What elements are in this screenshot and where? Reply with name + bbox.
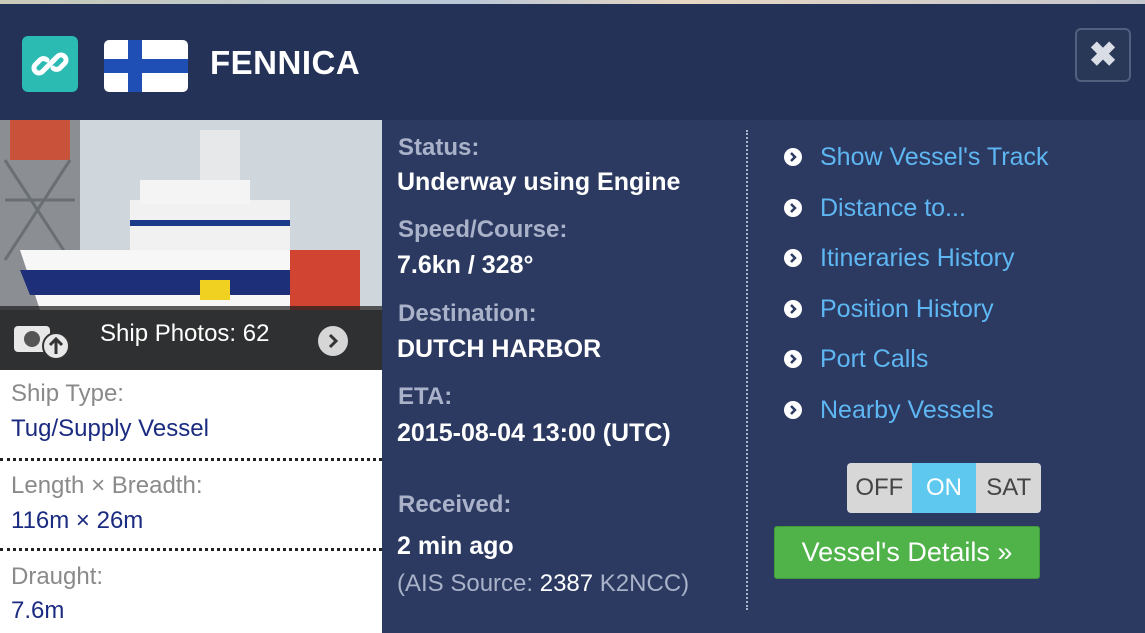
bullet-icon: [784, 199, 802, 217]
link-icon: [31, 52, 69, 76]
status-value: Underway using Engine: [397, 168, 681, 196]
link-button[interactable]: [22, 36, 78, 92]
draught-value: 7.6m: [11, 597, 65, 624]
ais-suffix: K2NCC): [593, 570, 690, 597]
link-label[interactable]: Position History: [820, 295, 994, 324]
link-position-history[interactable]: Position History: [784, 293, 994, 325]
link-itineraries-history[interactable]: Itineraries History: [784, 242, 1015, 274]
bullet-icon: [784, 401, 802, 419]
bullet-icon: [784, 350, 802, 368]
photo-bar: Ship Photos: 62: [0, 306, 382, 370]
link-label[interactable]: Nearby Vessels: [820, 396, 994, 425]
bullet-icon: [784, 300, 802, 318]
chevron-right-icon: [328, 333, 339, 349]
column-divider: [746, 130, 748, 610]
link-show-track[interactable]: Show Vessel's Track: [784, 141, 1048, 173]
ship-type-label: Ship Type:: [11, 380, 124, 407]
next-photo-button[interactable]: [318, 326, 348, 356]
speed-value: 7.6kn / 328°: [397, 251, 534, 279]
ship-info-box: Ship Type: Tug/Supply Vessel Length × Br…: [0, 370, 382, 633]
toggle-on[interactable]: ON: [911, 463, 977, 513]
bullet-icon: [784, 148, 802, 166]
camera-upload-icon: [14, 326, 70, 360]
link-label[interactable]: Distance to...: [820, 194, 966, 223]
ais-source: (AIS Source: 2387 K2NCC): [397, 570, 689, 598]
vessel-name: FENNICA: [210, 44, 361, 81]
received-value: 2 min ago: [397, 532, 514, 560]
ship-photo[interactable]: Ship Photos: 62: [0, 120, 382, 370]
draught-label: Draught:: [11, 563, 104, 590]
vessel-details-button[interactable]: Vessel's Details »: [774, 526, 1040, 579]
map-strip: [0, 0, 1145, 4]
link-label[interactable]: Itineraries History: [820, 244, 1015, 273]
eta-value: 2015-08-04 13:00 (UTC): [397, 419, 671, 447]
toggle-sat[interactable]: SAT: [976, 463, 1041, 513]
dimensions-label: Length × Breadth:: [11, 472, 203, 499]
toggle-off[interactable]: OFF: [847, 463, 912, 513]
ais-id: 2387: [539, 570, 594, 597]
divider: [0, 548, 382, 551]
destination-label: Destination:: [398, 300, 537, 327]
speed-label: Speed/Course:: [398, 216, 568, 243]
link-label[interactable]: Show Vessel's Track: [820, 143, 1048, 172]
divider: [0, 458, 382, 461]
close-icon: ✖: [1088, 36, 1118, 74]
ship-type-value: Tug/Supply Vessel: [11, 415, 209, 442]
link-distance-to[interactable]: Distance to...: [784, 192, 966, 224]
popup-header: FENNICA ✖: [0, 0, 1145, 120]
flag-icon: [104, 40, 188, 92]
close-button[interactable]: ✖: [1075, 28, 1131, 82]
destination-value: DUTCH HARBOR: [397, 335, 602, 363]
eta-label: ETA:: [398, 383, 453, 410]
link-label[interactable]: Port Calls: [820, 345, 928, 374]
ship-photos-count[interactable]: Ship Photos: 62: [100, 320, 269, 348]
status-label: Status:: [398, 134, 480, 161]
map-layer-toggle: OFF ON SAT: [847, 463, 1041, 513]
received-label: Received:: [398, 491, 512, 518]
vessel-popup: FENNICA ✖ Ship Photos: 62 Ship Type: Tug…: [0, 0, 1145, 633]
link-port-calls[interactable]: Port Calls: [784, 343, 928, 375]
dimensions-value: 116m × 26m: [11, 507, 144, 534]
bullet-icon: [784, 249, 802, 267]
ais-prefix: (AIS Source:: [397, 570, 540, 597]
link-nearby-vessels[interactable]: Nearby Vessels: [784, 394, 994, 426]
